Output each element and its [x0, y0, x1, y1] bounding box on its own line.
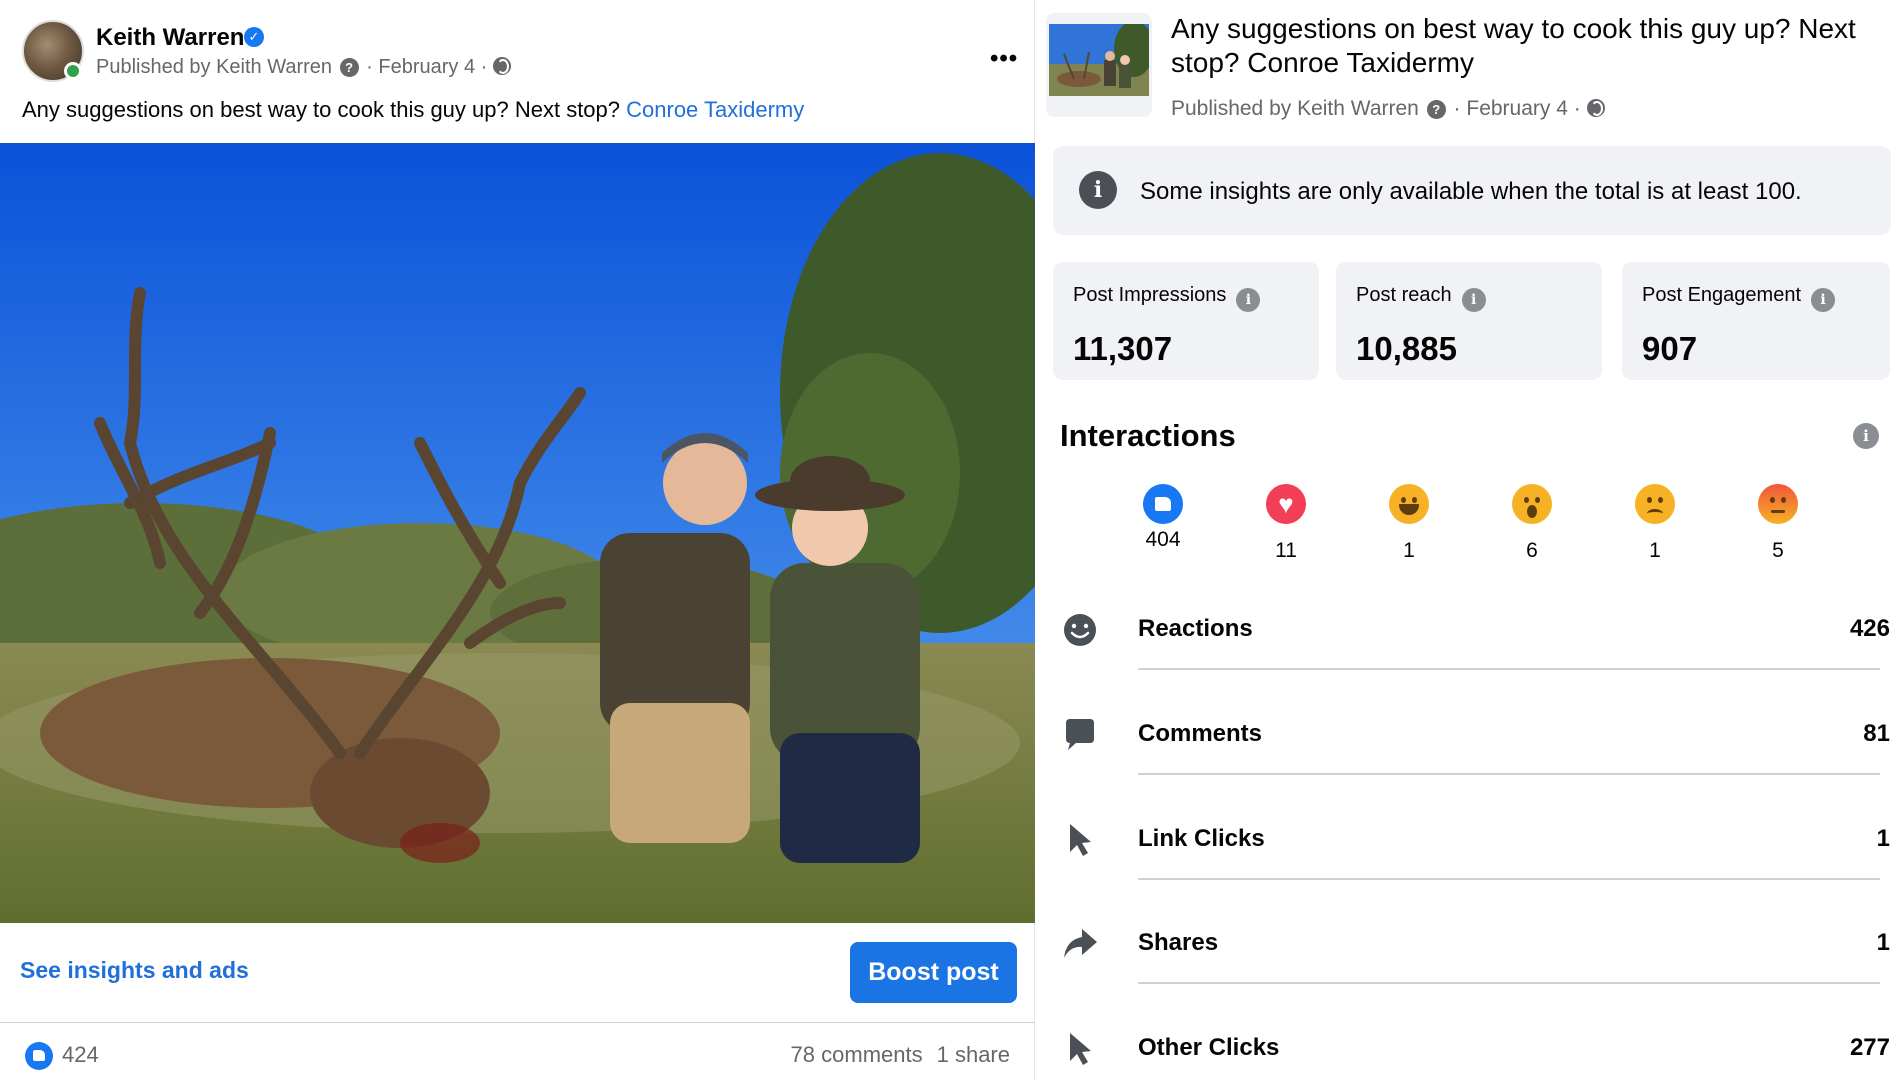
info-icon: i — [1079, 171, 1117, 209]
thumbnail-photo — [1049, 21, 1152, 96]
boost-post-button[interactable]: Boost post — [850, 942, 1017, 1003]
shares-count[interactable]: 1 share — [937, 1042, 1010, 1067]
post-meta: Published by Keith Warren ? · February 4… — [96, 56, 511, 79]
metric-row-reactions[interactable]: Reactions 426 — [1060, 600, 1890, 687]
like-icon — [25, 1042, 53, 1070]
metric-row-link-clicks[interactable]: Link Clicks 1 — [1060, 810, 1890, 897]
insights-post-title: Any suggestions on best way to cook this… — [1171, 13, 1856, 78]
more-options-button[interactable]: ••• — [990, 47, 1018, 71]
reaction-like: 404 — [1123, 484, 1203, 552]
share-arrow-icon — [1064, 929, 1097, 958]
reaction-sad: 1 — [1615, 484, 1695, 563]
notice-text: Some insights are only available when th… — [1140, 178, 1802, 205]
caption-text: Any suggestions on best way to cook this… — [22, 97, 627, 122]
reaction-count: 1 — [1403, 539, 1415, 562]
insights-notice: i Some insights are only available when … — [1053, 146, 1891, 235]
online-status-icon — [64, 62, 82, 80]
divider — [1138, 668, 1880, 670]
stat-label: Post Impressions i — [1073, 284, 1261, 312]
reaction-count: 404 — [1145, 528, 1181, 551]
reaction-count: 11 — [1275, 539, 1297, 562]
reaction-count: 1 — [1649, 539, 1661, 562]
see-insights-link[interactable]: See insights and ads — [20, 957, 249, 984]
stat-label: Post reach i — [1356, 284, 1486, 312]
insights-post-meta: Published by Keith Warren ? · February 4… — [1171, 97, 1605, 121]
metric-value: 1 — [1876, 929, 1890, 956]
reaction-count: 5 — [1772, 539, 1784, 562]
verified-badge-icon: ✓ — [244, 27, 264, 47]
author-name[interactable]: Keith Warren — [96, 24, 244, 52]
metric-value: 426 — [1849, 615, 1890, 642]
post-insights-panel: Any suggestions on best way to cook this… — [1035, 0, 1902, 1080]
haha-icon — [1389, 484, 1429, 524]
stat-value: 907 — [1642, 330, 1698, 367]
divider — [1138, 878, 1880, 880]
engagement-summary: 78 comments 1 share — [791, 1042, 1010, 1068]
caption-link[interactable]: Conroe Taxidermy — [626, 97, 804, 122]
post-date: February 4 — [1466, 97, 1568, 120]
cursor-icon — [1070, 1033, 1091, 1065]
comment-bubble-icon — [1066, 719, 1094, 750]
metric-value: 277 — [1849, 1034, 1890, 1061]
comments-count[interactable]: 78 comments — [791, 1042, 923, 1067]
info-icon[interactable]: i — [1236, 288, 1261, 312]
interactions-heading: Interactions — [1060, 418, 1236, 453]
metric-label: Other Clicks — [1138, 1034, 1280, 1061]
metric-label: Shares — [1138, 929, 1219, 956]
reaction-angry: 5 — [1738, 484, 1818, 563]
metric-label: Link Clicks — [1138, 825, 1265, 852]
metric-value: 1 — [1876, 825, 1890, 852]
reaction-haha: 1 — [1369, 484, 1449, 563]
reaction-wow: 6 — [1492, 484, 1572, 563]
love-icon — [1266, 484, 1306, 524]
reaction-count[interactable]: 424 — [62, 1042, 99, 1068]
divider — [0, 1022, 1035, 1023]
help-icon[interactable]: ? — [1426, 100, 1446, 119]
stat-card-engagement: Post Engagement i 907 — [1622, 262, 1890, 380]
metric-row-shares[interactable]: Shares 1 — [1060, 914, 1890, 1001]
stat-card-impressions: Post Impressions i 11,307 — [1053, 262, 1319, 380]
post-thumbnail — [1046, 13, 1152, 117]
wow-icon — [1512, 484, 1552, 524]
reaction-love: 11 — [1246, 484, 1326, 563]
metric-label: Comments — [1138, 720, 1263, 747]
cursor-icon — [1070, 824, 1091, 856]
metric-row-other-clicks[interactable]: Other Clicks 277 — [1060, 1019, 1890, 1080]
smiley-icon — [1064, 614, 1096, 646]
post-header: Keith Warren ✓ Published by Keith Warren… — [22, 20, 1017, 90]
stat-value: 11,307 — [1073, 330, 1173, 367]
metric-value: 81 — [1863, 720, 1890, 747]
deer-hunt-photo-illustration — [0, 143, 1035, 923]
like-icon — [1143, 484, 1183, 524]
globe-icon — [492, 57, 511, 75]
sad-icon — [1635, 484, 1675, 524]
globe-icon — [1586, 99, 1605, 117]
published-by-text: Published by Keith Warren — [96, 56, 333, 78]
info-icon[interactable]: i — [1811, 288, 1835, 312]
metric-row-comments[interactable]: Comments 81 — [1060, 705, 1890, 792]
divider — [1138, 982, 1880, 984]
stat-label: Post Engagement i — [1642, 284, 1835, 312]
angry-icon — [1758, 484, 1798, 524]
post-card: Keith Warren ✓ Published by Keith Warren… — [0, 0, 1035, 1080]
post-caption: Any suggestions on best way to cook this… — [22, 97, 804, 123]
stat-value: 10,885 — [1356, 330, 1457, 367]
info-icon[interactable]: i — [1461, 288, 1486, 312]
metric-label: Reactions — [1138, 615, 1253, 642]
divider — [1138, 773, 1880, 775]
post-photo[interactable] — [0, 143, 1035, 923]
published-by-text: Published by Keith Warren — [1171, 97, 1419, 120]
stat-card-reach: Post reach i 10,885 — [1336, 262, 1602, 380]
reaction-count: 6 — [1526, 539, 1538, 562]
post-date[interactable]: February 4 — [378, 56, 475, 78]
info-icon[interactable]: i — [1853, 423, 1879, 449]
help-icon[interactable]: ? — [339, 58, 359, 77]
